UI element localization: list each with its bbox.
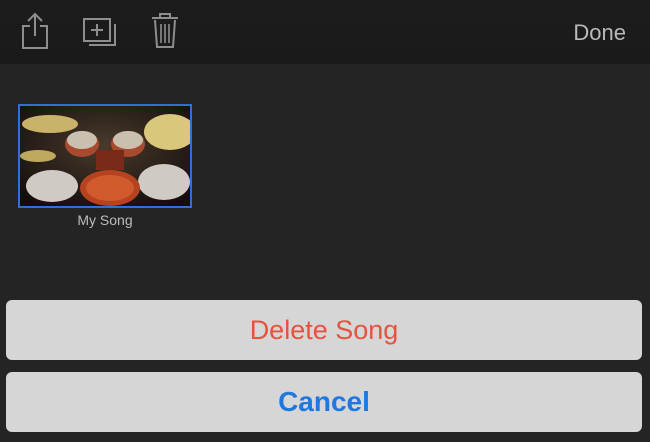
share-icon[interactable] — [18, 10, 52, 50]
top-toolbar: Done — [0, 0, 650, 64]
trash-icon[interactable] — [148, 10, 182, 50]
delete-song-button[interactable]: Delete Song — [6, 300, 642, 360]
done-button[interactable]: Done — [573, 20, 626, 46]
duplicate-icon[interactable] — [82, 10, 116, 50]
song-item[interactable]: My Song — [18, 104, 192, 228]
song-thumbnail[interactable] — [18, 104, 192, 208]
cancel-button[interactable]: Cancel — [6, 372, 642, 432]
song-title: My Song — [77, 212, 133, 228]
